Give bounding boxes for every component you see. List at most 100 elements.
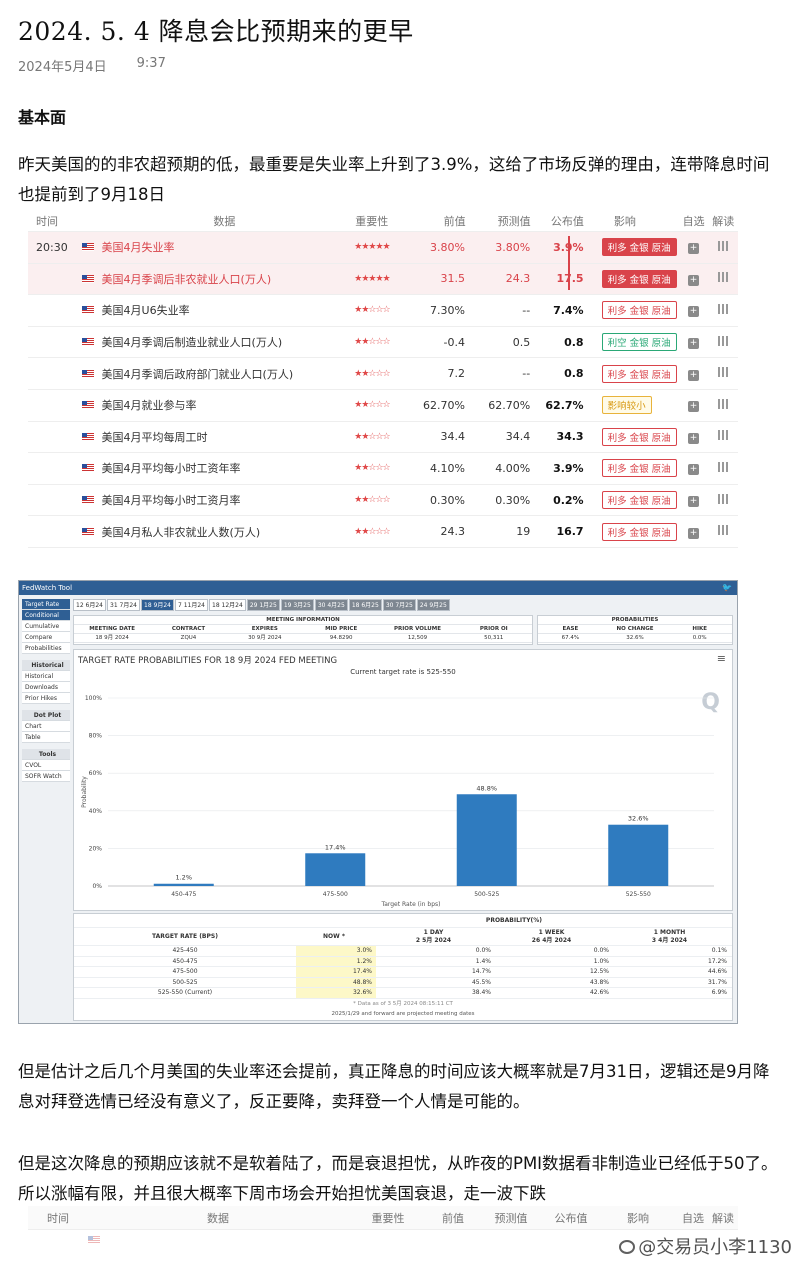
meeting-tab[interactable]: 18 12月24 [209, 599, 246, 611]
add-watch-icon[interactable]: + [688, 496, 699, 508]
probability-chart: TARGET RATE PROBABILITIES FOR 18 9月 2024… [73, 649, 733, 911]
sidebar-target-rate[interactable]: Target Rate [22, 599, 70, 610]
row-name[interactable]: 美国4月私人非农就业人数(万人) [102, 524, 261, 540]
meeting-tab[interactable]: 24 9月25 [416, 599, 450, 611]
meeting-tab[interactable]: 30 7月25 [382, 599, 416, 611]
row-prev: 24.3 [440, 525, 465, 539]
header-importance: 重要性 [355, 214, 389, 228]
meeting-tab[interactable]: 7 11月24 [175, 599, 208, 611]
paragraph-1: 昨天美国的的非农超预期的低，最重要是失业率上升到了3.9%，这给了市场反弹的理由… [18, 155, 770, 204]
importance-stars: ★★☆☆☆ [354, 526, 390, 537]
sidebar-item[interactable]: Downloads [22, 682, 70, 693]
meeting-tab[interactable]: 30 4月25 [314, 599, 348, 611]
bar-chart-icon[interactable] [718, 367, 729, 378]
col-now: NOW * [296, 928, 376, 945]
bar-chart-icon[interactable] [718, 303, 729, 314]
prob-table-prob-label: PROBABILITY(%) [485, 917, 543, 924]
bar [608, 824, 669, 886]
add-watch-icon[interactable]: + [688, 243, 699, 255]
table-row[interactable]: 美国4月平均每小时工资月率 ★★☆☆☆ 0.30% 0.30% 0.2% 利多 金银 原油… [28, 485, 738, 517]
row-explain [708, 303, 738, 317]
add-watch-icon[interactable]: + [688, 274, 699, 286]
row-watch: + [679, 367, 709, 381]
calendar2-header-cell: 重要性 [371, 1211, 405, 1225]
table-row[interactable]: 美国4月季调后制造业就业人口(万人) ★★☆☆☆ -0.4 0.5 0.8 利空 金银 原… [28, 327, 738, 359]
month-cell: 17.2% [707, 957, 727, 965]
rate-cell: 475-500 [172, 968, 198, 976]
row-name[interactable]: 美国4月平均每周工时 [102, 429, 208, 445]
probability-header: NO CHANGE [616, 626, 654, 632]
meeting-tab[interactable]: 29 1月25 [246, 599, 280, 611]
sidebar-item[interactable]: CVOL [22, 760, 70, 771]
sidebar-item[interactable]: Historical [22, 671, 70, 682]
row-name[interactable]: 美国4月平均每小时工资年率 [102, 460, 241, 476]
table-row[interactable]: 美国4月平均每周工时 ★★☆☆☆ 34.4 34.4 34.3 利多 金银 原油 + [28, 422, 738, 454]
row-impact-cell: 利多 金银 原油 [584, 269, 679, 288]
row-name-cell: 美国4月季调后制造业就业人口(万人) [76, 334, 355, 350]
sidebar-item[interactable]: Prior Hikes [22, 693, 70, 704]
data-label: 48.8% [476, 784, 497, 792]
sidebar-item[interactable]: Cumulative [22, 621, 70, 632]
table-row[interactable]: 美国4月季调后政府部门就业人口(万人) ★★☆☆☆ 7.2 -- 0.8 利多 金银 原油… [28, 358, 738, 390]
meeting-tab[interactable]: 18 9月24 [141, 599, 174, 611]
meeting-tab[interactable]: 31 7月24 [107, 599, 140, 611]
rate-cell: 500-525 [172, 978, 198, 986]
bar-chart-icon[interactable] [718, 240, 729, 251]
table-row[interactable]: 美国4月季调后非农就业人口(万人) ★★★★★ 31.5 24.3 17.5 利多 金银 … [28, 263, 738, 296]
row-name[interactable]: 美国4月季调后非农就业人口(万人) [102, 271, 272, 287]
sidebar-item[interactable]: Table [22, 732, 70, 743]
row-impact-cell: 利多 金银 原油 [584, 238, 679, 257]
row-watch: + [679, 398, 709, 413]
add-watch-icon[interactable]: + [688, 369, 699, 381]
importance-stars: ★★☆☆☆ [354, 337, 390, 348]
row-name-cell: 美国4月季调后政府部门就业人口(万人) [76, 366, 355, 382]
row-name[interactable]: 美国4月U6失业率 [102, 302, 190, 318]
sidebar-item[interactable]: SOFR Watch [22, 771, 70, 782]
week-cell: 0.0% [593, 947, 609, 954]
row-name[interactable]: 美国4月季调后政府部门就业人口(万人) [102, 366, 294, 382]
table-row[interactable]: 美国4月U6失业率 ★★☆☆☆ 7.30% -- 7.4% 利多 金银 原油 + [28, 295, 738, 327]
twitter-icon[interactable]: 🐦 [722, 581, 732, 595]
sidebar-item[interactable]: Compare [22, 632, 70, 643]
sidebar-section-tools: Tools [22, 749, 70, 760]
add-watch-icon[interactable]: + [688, 338, 699, 350]
meeting-tab[interactable]: 12 6月24 [73, 599, 106, 611]
bar-chart-icon[interactable] [718, 461, 729, 472]
header-impact[interactable]: 影响 [584, 213, 679, 229]
table-row[interactable]: 美国4月平均每小时工资年率 ★★☆☆☆ 4.10% 4.00% 3.9% 利多 金银 原油… [28, 453, 738, 485]
add-watch-icon[interactable]: + [688, 432, 699, 444]
meeting-tab[interactable]: 19 3月25 [280, 599, 314, 611]
add-watch-icon[interactable]: + [688, 306, 699, 318]
calendar2-header: 时间 数据 重要性 前值 预测值 公布值 影响 自选 解读 [28, 1206, 738, 1230]
bar-chart-icon[interactable] [718, 398, 729, 409]
table-row[interactable]: 美国4月私人非农就业人数(万人) ★★☆☆☆ 24.3 19 16.7 利多 金银 原油 + [28, 516, 738, 548]
add-watch-icon[interactable]: + [688, 527, 699, 539]
table-row[interactable]: 20:30美国4月失业率★★★★★3.80%3.80%3.9%利多 金银 原油+ [28, 232, 738, 264]
bar-chart-icon[interactable] [718, 493, 729, 504]
row-name[interactable]: 美国4月失业率 [102, 239, 175, 255]
bar-chart-icon[interactable] [718, 430, 729, 441]
impact-tag: 利多 金银 原油 [601, 301, 677, 320]
sidebar-item[interactable]: Probabilities [22, 643, 70, 654]
us-flag-icon [81, 338, 94, 347]
sidebar-item[interactable]: Conditional [22, 610, 70, 621]
row-prev: 31.5 [440, 272, 465, 286]
meeting-tab[interactable]: 18 6月25 [348, 599, 382, 611]
rate-cell: 425-450 [172, 947, 198, 954]
row-forecast: 19 [516, 525, 531, 539]
row-explain [708, 398, 738, 412]
row-name[interactable]: 美国4月就业参与率 [102, 397, 197, 413]
row-name[interactable]: 美国4月平均每小时工资月率 [102, 492, 241, 508]
row-name[interactable]: 美国4月季调后制造业就业人口(万人) [102, 334, 283, 350]
sidebar-item[interactable]: Chart [22, 721, 70, 732]
bar-chart-icon[interactable] [718, 525, 729, 536]
bar-chart-icon[interactable] [718, 335, 729, 346]
y-axis-label: Probability [81, 776, 88, 808]
sidebar-section-dot-plot: Dot Plot [22, 710, 70, 721]
row-explain [708, 240, 738, 254]
add-watch-icon[interactable]: + [688, 401, 699, 413]
table-row[interactable]: 美国4月就业参与率 ★★☆☆☆ 62.70% 62.70% 62.7% 影响较小 + [28, 390, 738, 422]
add-watch-icon[interactable]: + [688, 464, 699, 476]
now-cell: 3.0% [296, 946, 376, 956]
bar-chart-icon[interactable] [718, 272, 729, 283]
